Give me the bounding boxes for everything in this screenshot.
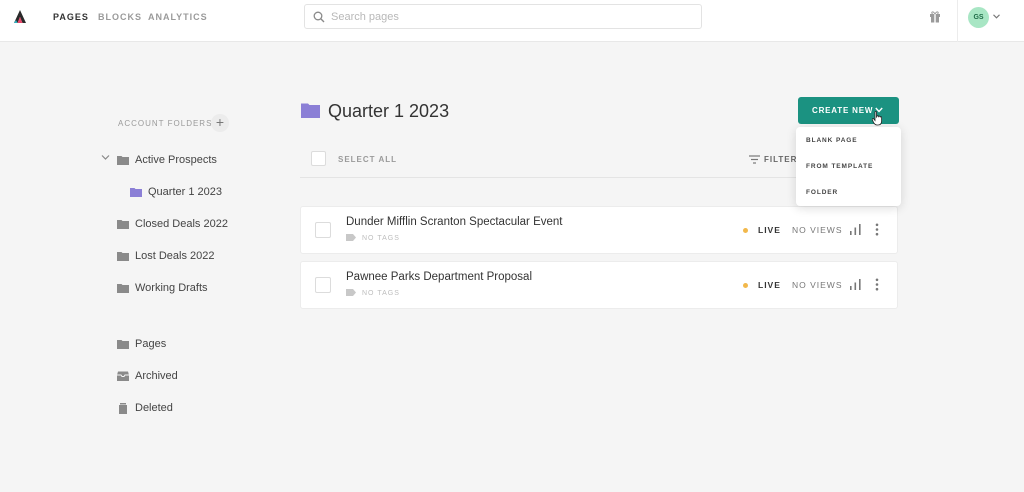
more-options-icon[interactable] [875, 278, 879, 291]
sidebar-item-closed-deals-2022[interactable]: Closed Deals 2022 [117, 214, 228, 234]
sidebar-item-label: Archived [135, 370, 178, 382]
sidebar-item-label: Deleted [135, 402, 173, 414]
folder-icon [117, 155, 129, 165]
analytics-icon[interactable] [850, 279, 861, 290]
top-bar: PAGES BLOCKS ANALYTICS GS [0, 0, 1024, 42]
sidebar-item-label: Closed Deals 2022 [135, 218, 228, 230]
folder-icon [117, 219, 129, 229]
sidebar-item-active-prospects[interactable]: Active Prospects [117, 150, 217, 170]
page-name[interactable]: Pawnee Parks Department Proposal [346, 271, 532, 283]
status-badge: LIVE [758, 225, 781, 235]
page-row[interactable]: Dunder Mifflin Scranton Spectacular Even… [300, 206, 898, 254]
sidebar-item-lost-deals-2022[interactable]: Lost Deals 2022 [117, 246, 215, 266]
folder-icon [117, 251, 129, 261]
status-dot [743, 283, 748, 288]
status-badge: LIVE [758, 280, 781, 290]
avatar[interactable]: GS [968, 7, 989, 28]
sidebar-item-label: Pages [135, 338, 167, 350]
sidebar-item-quarter-1-2023[interactable]: Quarter 1 2023 [130, 182, 222, 202]
page-title: Quarter 1 2023 [328, 101, 450, 121]
folder-icon [301, 103, 320, 118]
sidebar-item-archived[interactable]: Archived [117, 366, 178, 386]
sidebar-item-label: Quarter 1 2023 [148, 186, 222, 198]
sidebar-item-pages[interactable]: Pages [117, 334, 166, 354]
more-options-icon[interactable] [875, 223, 879, 236]
tags-label[interactable]: NO TAGS [362, 235, 400, 242]
create-new-menu: BLANK PAGE FROM TEMPLATE FOLDER [796, 127, 901, 206]
sidebar-item-label: Working Drafts [135, 282, 208, 294]
create-new-button[interactable]: CREATE NEW [798, 97, 899, 124]
folder-icon [117, 339, 129, 349]
account-folders-label: ACCOUNT FOLDERS [118, 119, 213, 128]
analytics-icon[interactable] [850, 224, 861, 235]
nav-pages[interactable]: PAGES [53, 12, 89, 22]
sidebar-item-label: Lost Deals 2022 [135, 250, 215, 262]
trash-icon [117, 402, 129, 414]
views-count: NO VIEWS [792, 280, 843, 290]
chevron-down-icon[interactable] [993, 14, 1000, 19]
views-count: NO VIEWS [792, 225, 843, 235]
archive-icon [117, 371, 129, 381]
tag-icon [346, 289, 356, 296]
tags-label[interactable]: NO TAGS [362, 290, 400, 297]
gift-icon[interactable] [929, 10, 941, 23]
nav-blocks[interactable]: BLOCKS [98, 12, 142, 22]
menu-item-blank-page[interactable]: BLANK PAGE [806, 137, 858, 144]
app-logo-icon[interactable] [12, 9, 28, 25]
folder-icon [130, 187, 142, 197]
sidebar-item-deleted[interactable]: Deleted [117, 398, 173, 418]
select-all-label[interactable]: SELECT ALL [338, 155, 397, 164]
tag-icon [346, 234, 356, 241]
folder-icon [117, 283, 129, 293]
create-new-label: CREATE NEW [812, 106, 874, 115]
add-folder-button[interactable]: + [211, 114, 229, 132]
hand-cursor-icon [872, 111, 882, 126]
search-icon [313, 11, 325, 23]
select-all-checkbox[interactable] [311, 151, 326, 166]
page-row[interactable]: Pawnee Parks Department Proposal NO TAGS… [300, 261, 898, 309]
status-dot [743, 228, 748, 233]
search-bar[interactable] [304, 4, 702, 29]
chevron-down-icon[interactable] [101, 154, 110, 161]
topbar-divider [957, 0, 958, 42]
sidebar-item-working-drafts[interactable]: Working Drafts [117, 278, 208, 298]
page-name[interactable]: Dunder Mifflin Scranton Spectacular Even… [346, 216, 562, 228]
menu-item-folder[interactable]: FOLDER [806, 189, 838, 196]
filter-icon[interactable] [749, 155, 760, 164]
nav-analytics[interactable]: ANALYTICS [148, 12, 208, 22]
sidebar-item-label: Active Prospects [135, 154, 217, 166]
row-checkbox[interactable] [315, 277, 331, 293]
search-input[interactable] [331, 7, 691, 26]
row-checkbox[interactable] [315, 222, 331, 238]
menu-item-from-template[interactable]: FROM TEMPLATE [806, 163, 873, 170]
